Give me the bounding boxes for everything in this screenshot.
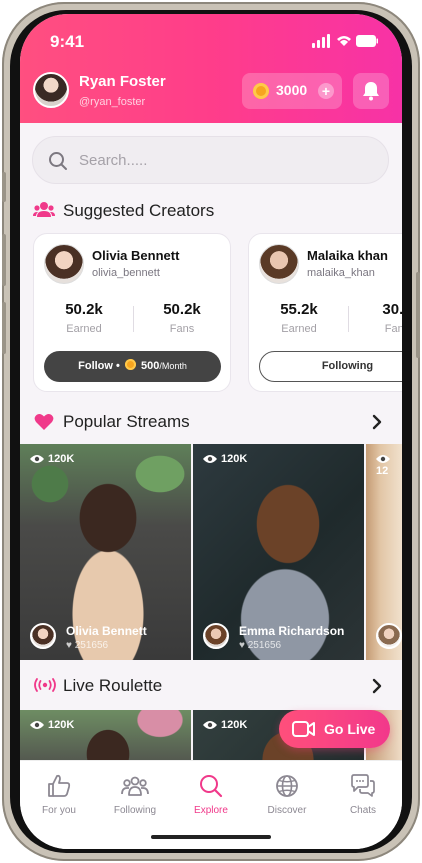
status-time: 9:41 <box>50 32 85 51</box>
volume-up-button <box>2 234 6 286</box>
earned-value: 55.2k <box>280 301 318 318</box>
eye-icon <box>30 455 44 463</box>
view-count: 120K <box>30 453 74 465</box>
stream-stat-value: 251656 <box>74 640 109 651</box>
users-icon <box>33 202 55 217</box>
eye-icon <box>30 721 44 729</box>
power-button <box>416 272 420 358</box>
search-icon <box>200 775 223 798</box>
follow-button[interactable]: Follow • 500/Month <box>44 351 221 382</box>
people-icon <box>121 776 149 796</box>
follow-period: /Month <box>159 361 187 371</box>
tab-following[interactable]: Following <box>99 773 171 816</box>
stat-divider <box>133 306 134 332</box>
eye-icon <box>376 455 390 463</box>
stream-tile[interactable]: 12 <box>366 444 402 660</box>
fans-label: Fans <box>384 323 402 335</box>
view-count-value: 120K <box>221 453 248 465</box>
stream-stat-value: 251656 <box>247 640 282 651</box>
popular-streams-title: Popular Streams <box>63 412 190 431</box>
streamer-avatar <box>376 623 402 649</box>
stream-tile[interactable]: 120K Emma Richardson ♥ 251656 <box>193 444 364 660</box>
add-coins-icon[interactable]: + <box>318 83 334 99</box>
volume-down-button <box>2 302 6 354</box>
view-count: 120K <box>203 719 247 731</box>
tab-label: Chats <box>349 805 377 816</box>
chat-bubbles-icon <box>351 774 375 797</box>
globe-icon <box>276 775 298 797</box>
stream-stats: ♥ 251656 <box>66 640 109 651</box>
view-count: 120K <box>203 453 247 465</box>
tab-label: Discover <box>267 805 307 816</box>
notifications-button[interactable] <box>353 73 389 109</box>
creator-handle: malaika_khan <box>307 267 375 279</box>
home-indicator[interactable] <box>151 835 271 839</box>
following-button[interactable]: Following <box>259 351 402 382</box>
search-icon <box>49 152 67 170</box>
view-count-value: 120K <box>48 453 75 465</box>
coin-icon <box>253 83 269 99</box>
view-count-value: 12 <box>376 465 389 477</box>
go-live-label: Go Live <box>324 721 376 737</box>
mute-switch <box>2 172 6 202</box>
tab-discover[interactable]: Discover <box>251 773 323 816</box>
view-count: 12 <box>376 453 402 477</box>
creator-avatar <box>44 244 84 284</box>
bell-icon <box>363 82 379 101</box>
earned-label: Earned <box>281 323 317 335</box>
earned-label: Earned <box>66 323 102 335</box>
streamer-name: Olivia Bennett <box>66 624 147 638</box>
profile-avatar[interactable] <box>33 72 69 108</box>
streamer-avatar <box>30 623 56 649</box>
live-signal-icon <box>34 678 56 692</box>
creator-handle: olivia_bennett <box>92 267 160 279</box>
creator-card[interactable]: Olivia Bennett olivia_bennett 50.2k Earn… <box>33 233 231 392</box>
fans-value: 30.2 <box>382 301 402 318</box>
chevron-right-icon[interactable] <box>371 414 383 430</box>
app-screen: 9:41 Ryan Foster @ryan_foster 3000 + Sea… <box>20 14 402 849</box>
view-count: 120K <box>30 719 74 731</box>
fans-value: 50.2k <box>163 301 201 318</box>
follow-price: 500 <box>140 360 160 372</box>
user-name: Ryan Foster <box>79 73 166 90</box>
follow-label: Follow <box>78 360 113 372</box>
thumbs-up-icon <box>48 774 71 797</box>
creator-avatar <box>259 244 299 284</box>
tab-chats[interactable]: Chats <box>327 773 399 816</box>
chevron-right-icon[interactable] <box>371 678 383 694</box>
coin-balance[interactable]: 3000 + <box>242 73 342 109</box>
search-bar[interactable] <box>32 136 389 184</box>
eye-icon <box>203 721 217 729</box>
coin-icon <box>124 359 136 370</box>
suggested-creators-title: Suggested Creators <box>63 201 215 220</box>
header: 9:41 Ryan Foster @ryan_foster 3000 + <box>20 14 402 123</box>
video-camera-icon <box>292 721 315 737</box>
view-count-value: 120K <box>221 719 248 731</box>
live-roulette-title: Live Roulette <box>63 676 163 695</box>
stream-stats: ♥ 251656 <box>239 640 282 651</box>
view-count-value: 120K <box>48 719 75 731</box>
streamer-avatar <box>203 623 229 649</box>
status-icons <box>312 34 378 48</box>
tab-for-you[interactable]: For you <box>23 773 95 816</box>
tab-explore[interactable]: Explore <box>175 773 247 816</box>
search-input[interactable] <box>79 147 369 173</box>
creator-card[interactable]: Malaika khan malaika_khan 55.2k Earned 3… <box>248 233 402 392</box>
streamer-name: Emma Richardson <box>239 624 345 638</box>
tab-label: Explore <box>194 805 228 816</box>
stream-tile[interactable]: 120K Olivia Bennett ♥ 251656 <box>20 444 191 660</box>
go-live-button[interactable]: Go Live <box>279 710 390 748</box>
heart-icon <box>34 414 54 430</box>
earned-value: 50.2k <box>65 301 103 318</box>
creator-name: Malaika khan <box>307 248 388 263</box>
tab-label: For you <box>42 805 76 816</box>
tab-label: Following <box>113 805 157 816</box>
eye-icon <box>203 455 217 463</box>
coin-value: 3000 <box>276 82 308 98</box>
user-handle: @ryan_foster <box>79 96 146 108</box>
fans-label: Fans <box>169 323 195 335</box>
stat-divider <box>348 306 349 332</box>
creator-name: Olivia Bennett <box>92 248 180 263</box>
